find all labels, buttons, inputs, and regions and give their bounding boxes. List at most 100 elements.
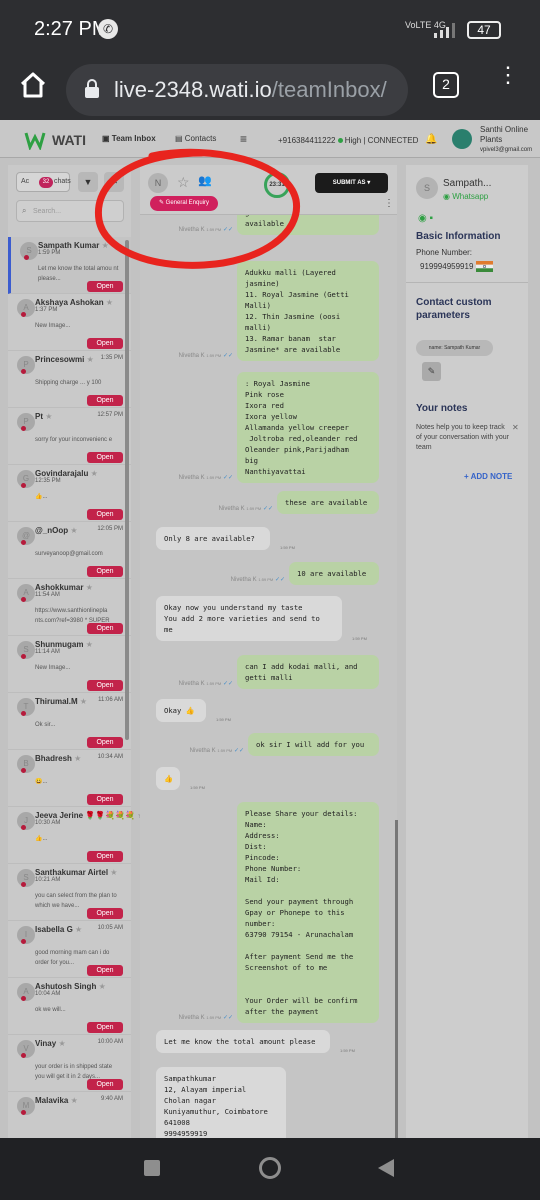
chat-list-item[interactable]: P Pt ★ 12:57 PM sorry for your inconvenienc… (8, 408, 131, 465)
system-nav-bar (0, 1138, 540, 1200)
status-dot-icon (21, 654, 26, 659)
chat-list-item[interactable]: A Akshaya Ashokan ★ 1:37 PM New Image... Ope… (8, 294, 131, 351)
chat-contact-name: Ashutosh Singh ★ (35, 982, 106, 991)
chat-list-item[interactable]: S Santhakumar Airtel ★ 10:21 AM you can sel… (8, 864, 131, 921)
home-button[interactable] (259, 1157, 281, 1179)
chat-list-item[interactable]: V Vinay ★ 10:00 AM your order is in shipped… (8, 1035, 131, 1092)
status-dot-icon (21, 426, 26, 431)
status-dot-icon (21, 825, 26, 830)
chat-list-item[interactable]: I Isabella G ★ 10:05 AM good morning mam ca… (8, 921, 131, 978)
status-badge[interactable]: Open (87, 965, 123, 976)
contact-avatar: S (416, 177, 438, 199)
star-icon: ★ (70, 1096, 78, 1105)
chat-list-item[interactable]: S Shunmugam ★ 11:14 AM New Image... Open (8, 636, 131, 693)
status-badge[interactable]: Open (87, 623, 123, 634)
status-badge[interactable]: Open (87, 908, 123, 919)
message-time: 1:59 PM (216, 717, 231, 722)
conversation-panel: N ☆ 👥 ✎ General Enquiry 23:31 SUBMIT AS … (140, 165, 397, 1138)
address-bar[interactable]: live-2348.wati.io/teamInbox/ (66, 64, 408, 116)
param-chip[interactable]: name: Sampath Kumar (416, 340, 493, 356)
chat-list-item[interactable]: A Ashutosh Singh ★ 10:04 AM ok we will... Op… (8, 978, 131, 1035)
nav-contacts[interactable]: ▤ Contacts (175, 134, 216, 143)
read-tick-icon: ✓✓ (222, 475, 233, 481)
chat-list-item[interactable]: M Malavika ★ 9:40 AM (8, 1092, 131, 1138)
status-dot-icon (21, 369, 26, 374)
contact-info-panel: S Sampath... ◉ Whatsapp ◉ ▪ Basic Inform… (406, 165, 528, 1138)
notes-heading: Your notes (416, 403, 468, 414)
status-badge[interactable]: Open (87, 452, 123, 463)
status-badge[interactable]: Open (87, 794, 123, 805)
connection-status: +916384411222 High | CONNECTED (278, 136, 419, 145)
chat-list-item[interactable]: P Princesowmi ★ 1:35 PM Shipping charge ...… (8, 351, 131, 408)
chat-time: 12:35 PM (35, 478, 61, 484)
status-dot-icon (21, 711, 26, 716)
notes-description: Notes help you to keep track of your con… (416, 424, 509, 451)
chat-list-item[interactable]: A Ashokkumar ★ 11:54 AM https://www.santhio… (8, 579, 131, 636)
read-tick-icon: ✓✓ (222, 681, 233, 687)
star-icon: ★ (105, 298, 114, 307)
status-dot-icon (24, 255, 29, 260)
contact-avatar: A (17, 299, 35, 317)
status-badge[interactable]: Open (87, 566, 123, 577)
read-tick-icon: ✓✓ (222, 353, 233, 359)
wati-logo-text: WATI (52, 132, 86, 148)
browser-menu-icon[interactable]: ⋮ (497, 64, 519, 86)
more-options-icon[interactable]: ⋮ (384, 198, 394, 209)
chat-time: 10:00 AM (97, 1039, 123, 1045)
outgoing-message: ok sir I will add for you (248, 733, 379, 756)
star-icon: ★ (74, 754, 82, 763)
incoming-message: Only 8 are available? (156, 527, 270, 550)
status-badge[interactable]: Open (87, 281, 123, 292)
status-badge[interactable]: Open (87, 1022, 123, 1033)
channel-label: ◉ Whatsapp (443, 192, 489, 201)
message-meta: Nivetha K 1:59 PM ✓✓ (189, 748, 244, 754)
whatsapp-chat-icons[interactable]: ◉ ▪ (418, 213, 433, 224)
chat-time: 1:35 PM (100, 355, 123, 361)
edit-params-pencil-icon[interactable]: ✎ (422, 362, 441, 381)
all-chats-filter[interactable]: Ac 32 chats (16, 172, 71, 192)
nav-team-inbox[interactable]: ▣ Team Inbox (102, 134, 156, 143)
status-badge[interactable]: Open (87, 1079, 123, 1090)
user-info[interactable]: Santhi Online Plants vpivel3@gmail.com (480, 125, 540, 155)
submit-as-button[interactable]: SUBMIT AS ▾ (315, 173, 388, 193)
back-button[interactable] (378, 1159, 394, 1177)
add-note-button[interactable]: + ADD NOTE (464, 472, 512, 481)
home-icon[interactable] (18, 70, 48, 100)
chat-list: S Sampath Kumar ★ 1:59 PM Let me know the t… (8, 237, 144, 1138)
chat-contact-name: Princesowmi ★ (35, 355, 94, 364)
star-icon: ★ (90, 469, 98, 478)
chat-contact-name: Shunmugam ★ (35, 640, 93, 649)
chat-list-item[interactable]: G Govindarajalu ★ 12:35 PM 👍... Open (8, 465, 131, 522)
user-avatar[interactable] (452, 129, 472, 149)
chat-time: 11:06 AM (98, 697, 123, 703)
status-dot-icon (21, 1110, 26, 1115)
status-badge[interactable]: Open (87, 395, 123, 406)
bell-icon[interactable]: 🔔 (425, 134, 437, 145)
status-badge[interactable]: Open (87, 737, 123, 748)
chat-list-item[interactable]: B Bhadresh ★ 10:34 AM 😀... Open (8, 750, 131, 807)
signal-icon (434, 23, 455, 38)
outgoing-message: Adukku malli (Layered jasmine) 11. Royal… (237, 261, 379, 361)
conversation-scrollbar[interactable] (395, 820, 398, 1138)
hamburger-menu-icon[interactable]: ≡ (240, 132, 247, 146)
tab-switcher-button[interactable]: 2 (433, 72, 459, 98)
status-badge[interactable]: Open (87, 338, 123, 349)
chat-contact-name: Vinay ★ (35, 1039, 66, 1048)
chat-list-item[interactable]: T Thirumal.M ★ 11:06 AM Ok sir... Open (8, 693, 131, 750)
incoming-message: 👍 (156, 767, 180, 790)
message-meta: Nivetha K 1:59 PM ✓✓ (178, 681, 233, 687)
status-dot-icon (21, 768, 26, 773)
chat-contact-name: Thirumal.M ★ (35, 697, 88, 706)
status-badge[interactable]: Open (87, 509, 123, 520)
chat-preview (35, 1119, 121, 1138)
outgoing-message: these are available (277, 491, 379, 514)
status-badge[interactable]: Open (87, 680, 123, 691)
chat-list-item[interactable]: JJeeva Jerine 🌹🌹💐💐💐 ★10:30 AM👍...Open (8, 807, 144, 864)
chat-time: 10:05 AM (97, 925, 123, 931)
chat-time: 11:14 AM (35, 649, 60, 655)
chat-list-item[interactable]: @ @_nOop ★ 12:05 PM surveyanoop@gmail.com Op… (8, 522, 131, 579)
chat-list-scrollbar[interactable] (125, 240, 129, 740)
recents-button[interactable] (144, 1160, 160, 1176)
close-notes-icon[interactable]: ✕ (512, 423, 519, 432)
status-badge[interactable]: Open (87, 851, 123, 862)
